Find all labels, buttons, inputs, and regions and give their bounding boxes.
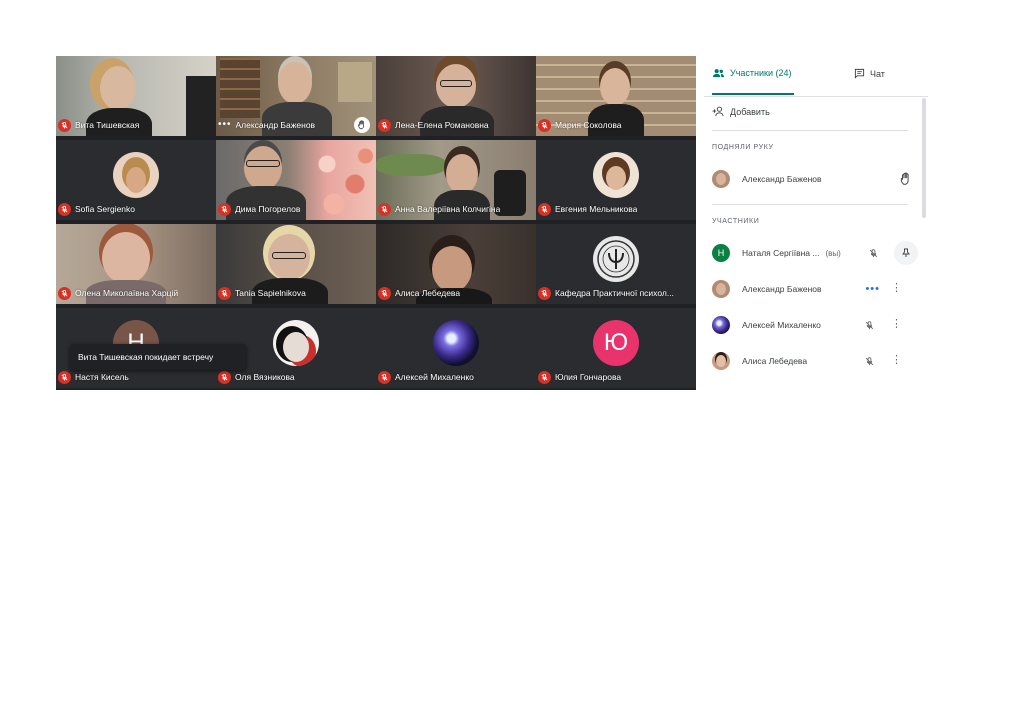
mic-off-icon: [378, 370, 391, 384]
add-people-button[interactable]: Добавить: [712, 106, 770, 117]
panel-tabs: Участники (24) Чат: [704, 56, 928, 97]
mic-off-icon: [378, 118, 391, 132]
participant-name: Кафедра Практичної психол...: [555, 288, 674, 298]
participant-name: Юлия Гончарова: [555, 372, 622, 382]
more-options-icon[interactable]: •••: [218, 120, 232, 130]
video-tile[interactable]: Sofia Sergienko: [56, 140, 216, 220]
tab-chat[interactable]: Чат: [854, 68, 885, 79]
video-tile[interactable]: Вита Тишевская: [56, 56, 216, 136]
people-icon: [712, 69, 725, 78]
avatar: [712, 352, 730, 370]
mic-off-icon: [218, 370, 231, 384]
raised-hand-icon: [354, 117, 370, 133]
meet-window: Вита Тишевская ••• Александр Баженов Лен…: [56, 56, 928, 390]
more-options-icon[interactable]: ⋮: [891, 319, 902, 330]
mic-off-icon: [378, 286, 391, 300]
mic-off-icon: [58, 370, 71, 384]
lower-hand-icon[interactable]: [898, 171, 914, 187]
video-tile[interactable]: ••• Александр Баженов: [216, 56, 376, 136]
video-grid: Вита Тишевская ••• Александр Баженов Лен…: [56, 56, 696, 390]
video-tile[interactable]: Лена-Елена Романовна: [376, 56, 536, 136]
mic-off-icon: [538, 286, 551, 300]
participant-name: Олена Миколаївна Харцій: [75, 288, 179, 298]
department-logo-icon: [593, 236, 639, 282]
participant-name: Алексей Михаленко: [742, 320, 821, 330]
video-tile[interactable]: Кафедра Практичної психол...: [536, 224, 696, 304]
add-people-label: Добавить: [730, 106, 770, 117]
participant-name: Евгения Мельникова: [555, 204, 638, 214]
tab-participants-label: Участники (24): [730, 68, 792, 78]
participant-name: Наталя Сергіївна ...: [742, 248, 820, 258]
avatar: [273, 320, 319, 366]
avatar: [712, 316, 730, 334]
mic-off-icon: [58, 202, 71, 216]
participant-name: Дима Погорелов: [235, 204, 301, 214]
divider: [712, 204, 908, 205]
you-label: (вы): [825, 248, 841, 258]
participant-name: Sofia Sergienko: [75, 204, 136, 214]
speaking-indicator-icon: •••: [865, 283, 880, 295]
participant-name: Анна Валеріївна Колчигіна: [395, 204, 501, 214]
avatar: [712, 280, 730, 298]
participant-row[interactable]: Александр Баженов ••• ⋮: [712, 278, 918, 300]
pin-icon[interactable]: [894, 241, 918, 265]
mic-off-icon: [538, 118, 551, 132]
divider: [712, 130, 908, 131]
mic-off-icon: [58, 286, 71, 300]
participant-name: Алиса Лебедева: [395, 288, 461, 298]
video-tile[interactable]: Мария Соколова: [536, 56, 696, 136]
video-tile[interactable]: Дима Погорелов: [216, 140, 376, 220]
participant-name: Алексей Михаленко: [395, 372, 474, 382]
participants-header: УЧАСТНИКИ: [712, 218, 760, 225]
video-tile[interactable]: Ю Юлия Гончарова: [536, 308, 696, 388]
mic-off-icon: [378, 202, 391, 216]
more-options-icon[interactable]: ⋮: [891, 355, 902, 366]
video-tile[interactable]: Анна Валеріївна Колчигіна: [376, 140, 536, 220]
more-options-icon[interactable]: ⋮: [891, 283, 902, 294]
mic-off-icon: [538, 202, 551, 216]
participant-name: Оля Вязникова: [235, 372, 295, 382]
video-tile[interactable]: Евгения Мельникова: [536, 140, 696, 220]
tab-participants[interactable]: Участники (24): [712, 68, 792, 78]
mic-off-icon: [862, 318, 876, 332]
participant-row[interactable]: Алексей Михаленко ⋮: [712, 314, 918, 336]
people-panel: Участники (24) Чат Добавить ПОДНЯЛИ РУКУ…: [704, 56, 928, 390]
participant-name: Вита Тишевская: [75, 120, 140, 130]
video-tile[interactable]: Олена Миколаївна Харцій: [56, 224, 216, 304]
mic-off-icon: [862, 354, 876, 368]
video-tile[interactable]: Tania Sapielnikova: [216, 224, 376, 304]
panel-scrollbar[interactable]: [922, 98, 926, 218]
participant-name: Александр Баженов: [235, 120, 316, 130]
participant-row[interactable]: Н Наталя Сергіївна ... (вы): [712, 241, 918, 265]
mic-off-icon: [58, 118, 71, 132]
mic-off-icon: [866, 246, 880, 260]
add-person-icon: [712, 106, 724, 117]
video-tile[interactable]: Алексей Михаленко: [376, 308, 536, 388]
mic-off-icon: [538, 370, 551, 384]
participant-name: Александр Баженов: [742, 174, 822, 184]
leave-notification: Вита Тишевская покидает встречу: [70, 344, 246, 370]
participant-row[interactable]: Алиса Лебедева ⋮: [712, 350, 918, 372]
raised-hand-row[interactable]: Александр Баженов: [712, 168, 918, 190]
participant-name: Мария Соколова: [555, 120, 622, 130]
participant-name: Лена-Елена Романовна: [395, 120, 489, 130]
tab-chat-label: Чат: [870, 68, 885, 79]
avatar: [113, 152, 159, 198]
participant-name: Tania Sapielnikova: [235, 288, 306, 298]
mic-off-icon: [218, 286, 231, 300]
participant-name: Александр Баженов: [742, 284, 822, 294]
avatar: [712, 170, 730, 188]
avatar: Н: [712, 244, 730, 262]
avatar: [433, 320, 479, 366]
avatar: [593, 152, 639, 198]
participant-name: Алиса Лебедева: [742, 356, 808, 366]
mic-off-icon: [218, 202, 231, 216]
avatar: Ю: [593, 320, 639, 366]
chat-icon: [854, 68, 865, 79]
participant-name: Настя Кисель: [75, 372, 129, 382]
video-tile[interactable]: Алиса Лебедева: [376, 224, 536, 304]
raised-hands-header: ПОДНЯЛИ РУКУ: [712, 144, 774, 151]
active-tab-indicator: [712, 93, 794, 95]
